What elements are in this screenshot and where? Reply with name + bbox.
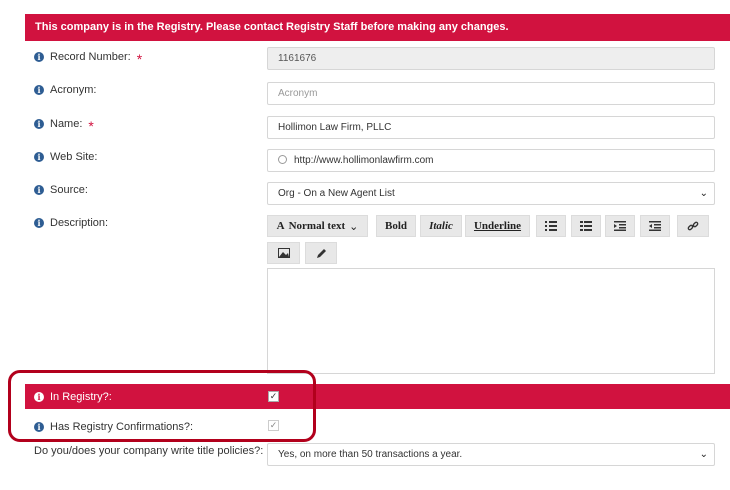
website-text: Web Site: [50, 151, 98, 163]
title-policies-select[interactable]: Yes, on more than 50 transactions a year… [267, 443, 715, 466]
chevron-down-icon: ⌄ [699, 188, 708, 199]
registry-warning-banner: This company is in the Registry. Please … [25, 14, 730, 41]
info-icon[interactable]: i [34, 218, 44, 228]
description-editor[interactable] [267, 268, 715, 374]
name-text: Name: [50, 118, 83, 130]
info-icon[interactable]: i [34, 152, 44, 162]
info-icon[interactable]: i [34, 185, 44, 195]
highlight-annotation [8, 370, 316, 442]
record-number-text: Record Number: [50, 51, 131, 63]
record-number-field: 1161676 [267, 47, 715, 70]
description-label: i Description: [34, 217, 108, 229]
indent-icon[interactable] [605, 215, 635, 237]
website-value: http://www.hollimonlawfirm.com [294, 155, 434, 166]
source-label: i Source: [34, 184, 88, 196]
outdent-icon[interactable] [640, 215, 670, 237]
acronym-input[interactable]: Acronym [267, 82, 715, 105]
link-icon[interactable] [677, 215, 709, 237]
website-label: i Web Site: [34, 151, 98, 163]
source-select[interactable]: Org - On a New Agent List ⌄ [267, 182, 715, 205]
italic-button[interactable]: Italic [420, 215, 462, 237]
title-policies-text: Do you/does your company write title pol… [34, 445, 264, 457]
bullet-list-icon[interactable] [536, 215, 566, 237]
title-policies-value: Yes, on more than 50 transactions a year… [278, 449, 463, 460]
source-text: Source: [50, 184, 88, 196]
format-dropdown[interactable]: A Normal text ⌄ [267, 215, 368, 237]
record-number-label: i Record Number: * [34, 51, 143, 67]
numbered-list-icon[interactable] [571, 215, 601, 237]
format-label: Normal text [288, 220, 346, 232]
chevron-down-icon: ⌄ [699, 449, 708, 460]
text-format-icon: A [276, 220, 285, 232]
pencil-icon[interactable] [305, 242, 337, 264]
required-asterisk: * [136, 51, 143, 67]
acronym-label: i Acronym: [34, 84, 96, 96]
underline-button[interactable]: Underline [465, 215, 530, 237]
description-text: Description: [50, 217, 109, 229]
chevron-down-icon: ⌄ [349, 220, 359, 233]
title-policies-label: Do you/does your company write title pol… [34, 445, 263, 457]
website-input[interactable]: http://www.hollimonlawfirm.com [267, 149, 715, 172]
source-value: Org - On a New Agent List [278, 188, 395, 199]
name-input[interactable]: Hollimon Law Firm, PLLC [267, 116, 715, 139]
acronym-text: Acronym: [50, 84, 97, 96]
info-icon[interactable]: i [34, 85, 44, 95]
info-icon[interactable]: i [34, 119, 44, 129]
globe-icon [278, 155, 287, 164]
name-label: i Name: * [34, 118, 94, 134]
required-asterisk: * [88, 118, 94, 134]
bold-button[interactable]: Bold [376, 215, 416, 237]
info-icon[interactable]: i [34, 52, 44, 62]
image-icon[interactable] [267, 242, 300, 264]
